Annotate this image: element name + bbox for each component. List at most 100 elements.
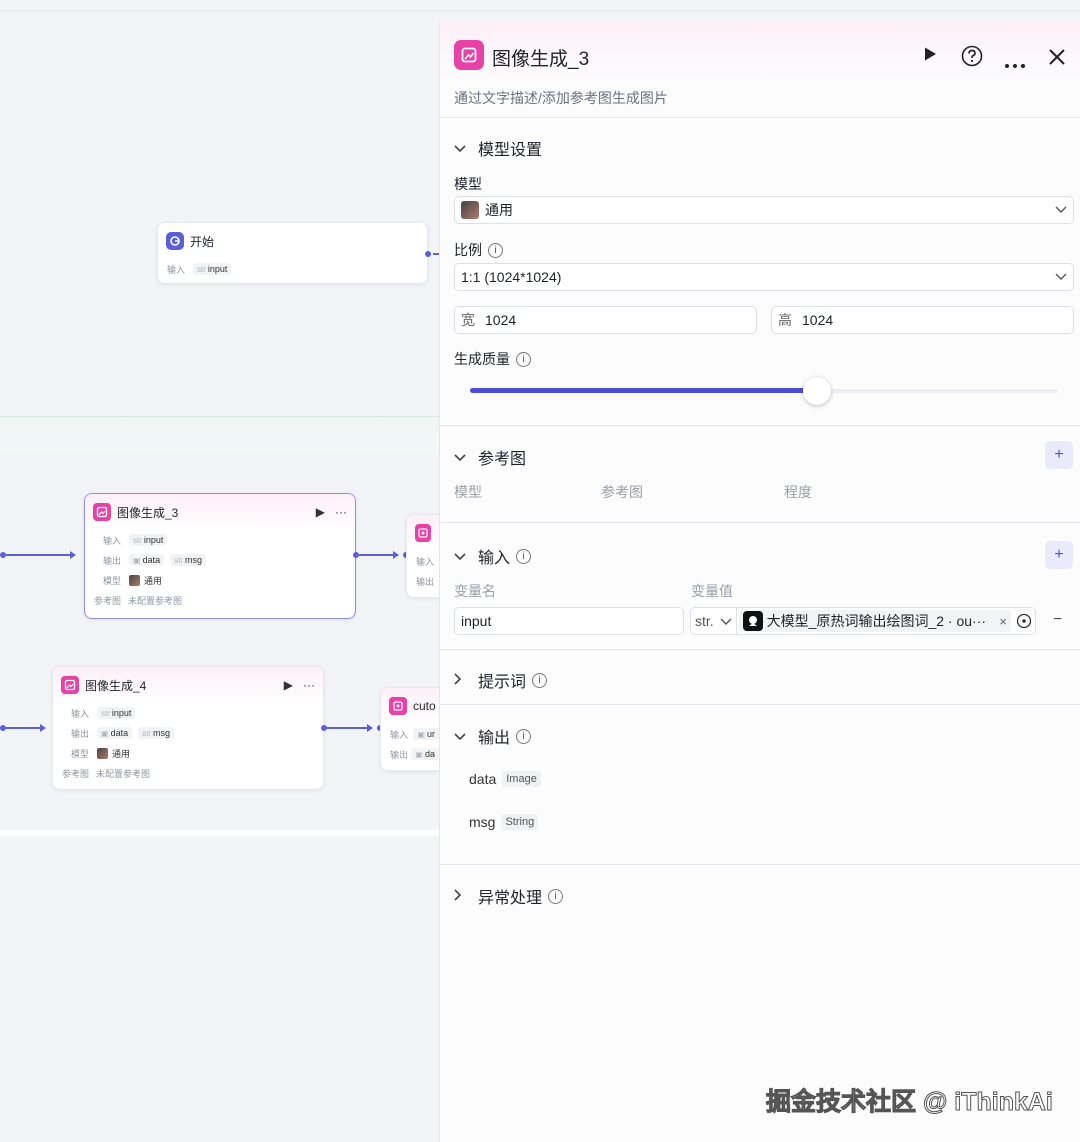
width-label: 宽	[461, 312, 475, 328]
output-label: 输出	[103, 555, 122, 566]
width-value: 1024	[485, 312, 517, 328]
model-select[interactable]: 通用	[454, 196, 1074, 224]
image-icon	[61, 676, 79, 694]
var-type-select[interactable]: str.	[691, 608, 737, 634]
output-type: Image	[502, 771, 541, 787]
target-icon[interactable]	[1013, 613, 1035, 629]
model-avatar	[461, 201, 479, 219]
more-icon[interactable]	[1004, 53, 1026, 74]
height-value: 1024	[802, 312, 834, 328]
image-type-icon: ▣	[101, 728, 109, 738]
add-input-button[interactable]: +	[1045, 541, 1073, 569]
var-name-value: input	[461, 613, 492, 629]
run-icon[interactable]	[922, 46, 938, 67]
model-label: 模型	[71, 748, 90, 759]
divider	[440, 117, 1080, 118]
info-icon[interactable]: i	[532, 672, 548, 688]
help-icon[interactable]	[961, 45, 983, 72]
node-title: cuto	[413, 699, 436, 713]
ref-node-chip[interactable]: 大模型_原热词输出绘图词_2 · ou··· ×	[738, 610, 1011, 632]
input-label: 输入	[71, 708, 90, 719]
canvas-group-band	[0, 416, 440, 454]
quality-slider-thumb[interactable]	[803, 377, 831, 405]
image-icon	[389, 697, 407, 715]
canvas-group-band-2	[0, 830, 440, 836]
model-label: 模型	[454, 176, 482, 192]
output-name: msg	[469, 814, 496, 830]
model-avatar	[129, 574, 140, 586]
width-field[interactable]: 宽 1024	[454, 306, 757, 334]
output-chip-data: ▣ data	[129, 554, 165, 566]
output-chip-data: ▣ data	[97, 727, 133, 739]
output-item-data: data Image	[469, 771, 541, 787]
more-button[interactable]: ···	[303, 678, 315, 692]
var-name-input[interactable]: input	[454, 607, 684, 635]
model-select-value: 通用	[485, 202, 513, 218]
info-icon[interactable]: i	[516, 548, 532, 564]
more-button[interactable]: ···	[335, 505, 347, 519]
output-label: 输出	[416, 576, 435, 587]
clear-ref-button[interactable]: ×	[999, 614, 1007, 629]
ref-col-model: 模型	[454, 484, 482, 500]
llm-node-icon	[742, 611, 763, 631]
section-title: 输入	[478, 550, 511, 567]
info-icon[interactable]: i	[516, 728, 532, 744]
divider	[440, 864, 1080, 865]
ref-value: 未配置参考图	[128, 595, 183, 606]
edge-to-node4	[6, 727, 40, 729]
start-output-port[interactable]	[425, 251, 431, 257]
start-node[interactable]: 开始 输入 str input	[157, 222, 428, 284]
panel-description: 通过文字描述/添加参考图生成图片	[454, 90, 668, 106]
info-icon[interactable]: i	[516, 351, 531, 367]
image-icon	[93, 503, 111, 521]
input-label: 输入	[167, 264, 186, 275]
chevron-down-icon	[1055, 270, 1067, 284]
add-reference-button[interactable]: +	[1045, 441, 1073, 469]
section-title: 输出	[478, 730, 511, 747]
panel-title: 图像生成_3	[492, 49, 590, 70]
ratio-select[interactable]: 1:1 (1024*1024)	[454, 263, 1074, 291]
info-icon[interactable]: i	[548, 888, 564, 904]
remove-input-button[interactable]: −	[1053, 611, 1062, 629]
edge-arrow	[367, 724, 373, 732]
input-chip: ▣ ur	[413, 728, 439, 740]
close-icon[interactable]	[1048, 48, 1066, 71]
start-icon	[166, 232, 184, 250]
edge-from-node3	[359, 554, 393, 556]
ref-label: 参考图	[62, 768, 90, 779]
height-field[interactable]: 高 1024	[771, 306, 1074, 334]
chevron-down-icon	[454, 729, 470, 744]
chevron-right-icon	[454, 672, 470, 688]
chevron-down-icon	[454, 450, 470, 465]
divider	[440, 704, 1080, 705]
output-section-header[interactable]: 输出 i	[454, 724, 532, 748]
prompt-section-header[interactable]: 提示词 i	[454, 668, 548, 692]
chevron-right-icon	[454, 888, 470, 904]
chevron-down-icon	[454, 549, 470, 564]
image-type-icon: ▣	[133, 555, 141, 565]
ratio-select-value: 1:1 (1024*1024)	[461, 269, 562, 285]
error-handling-header[interactable]: 异常处理 i	[454, 884, 564, 908]
input-label: 输入	[416, 556, 435, 567]
section-title: 异常处理	[478, 890, 543, 907]
chevron-down-icon	[720, 613, 732, 629]
image-gen-3-node[interactable]: 图像生成_3 ▶ ··· 输入 str input 输出 ▣ data str msg 模型 通…	[84, 493, 356, 619]
start-node-title: 开始	[190, 234, 215, 249]
input-section-header[interactable]: 输入 i	[454, 544, 532, 568]
image-icon	[415, 524, 431, 542]
output-chip: ▣ da	[411, 748, 439, 760]
node-title: 图像生成_3	[117, 505, 179, 520]
var-value-field[interactable]: str. 大模型_原热词输出绘图词_2 · ou··· ×	[690, 607, 1036, 635]
run-button[interactable]: ▶	[316, 505, 325, 519]
edge-from-node4	[327, 727, 367, 729]
reference-image-header[interactable]: 参考图	[454, 445, 526, 469]
divider	[440, 522, 1080, 523]
model-settings-header[interactable]: 模型设置	[454, 136, 542, 160]
ratio-label: 比例 i	[454, 240, 503, 260]
model-value: 通用	[144, 575, 163, 586]
partial-node-b[interactable]: cuto 输入 ▣ ur 输出 ▣ da	[380, 687, 446, 771]
image-gen-4-node[interactable]: 图像生成_4 ▶ ··· 输入 str input 输出 ▣ data str msg 模型 通…	[52, 666, 324, 790]
run-button[interactable]: ▶	[284, 678, 293, 692]
info-icon[interactable]: i	[488, 242, 503, 258]
node-settings-panel: 图像生成_3 通过文字描述/添加参考图生成图片 模型设置 模型 通用 比例 i 1…	[439, 22, 1080, 1142]
